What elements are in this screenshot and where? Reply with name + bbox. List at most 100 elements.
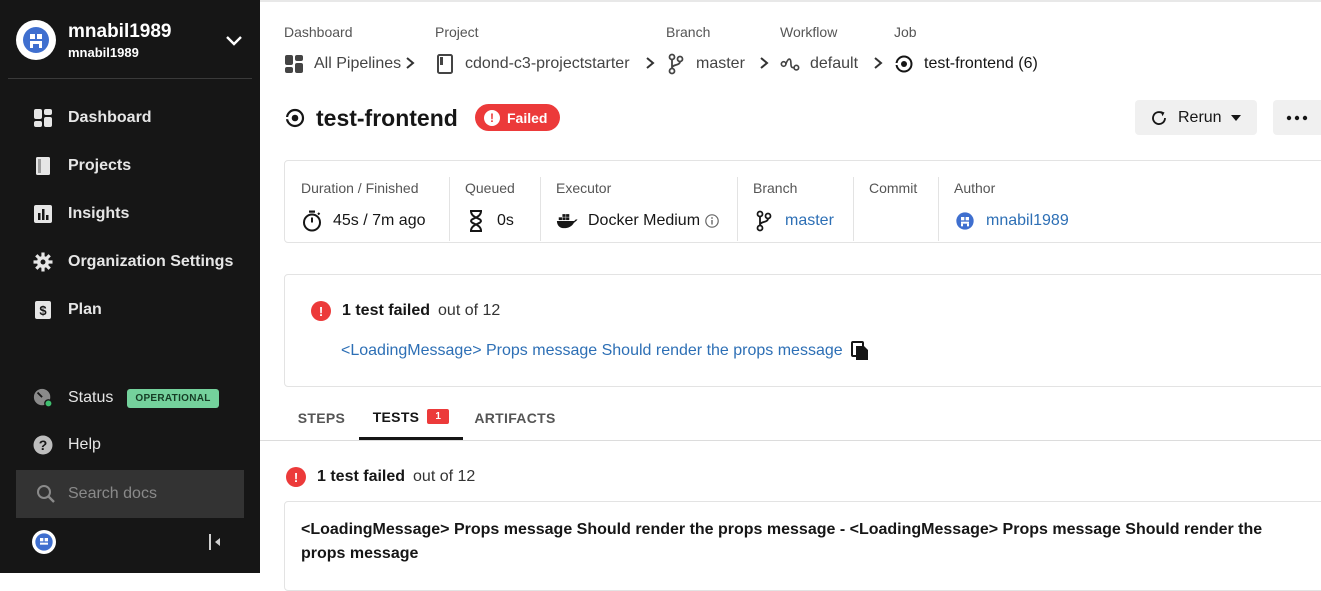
refresh-icon xyxy=(1152,110,1166,125)
sidebar-item-projects[interactable]: Projects xyxy=(16,146,244,186)
gear-icon xyxy=(33,252,53,272)
branch-value: master xyxy=(785,212,834,229)
tab-tests[interactable]: TESTS 1 xyxy=(359,396,463,440)
copy-icon[interactable] xyxy=(851,341,869,361)
docker-icon xyxy=(556,210,578,232)
sidebar-item-status[interactable]: Status OPERATIONAL xyxy=(16,378,244,418)
chevron-right-icon xyxy=(874,57,883,69)
breadcrumb-branch[interactable]: master xyxy=(666,53,745,75)
search-docs-input[interactable]: Search docs xyxy=(16,470,244,518)
meta-divider xyxy=(853,177,854,241)
branch-icon xyxy=(666,53,686,75)
meta-label: Duration / Finished xyxy=(301,180,419,196)
chevron-right-icon xyxy=(406,57,415,69)
queued-value: 0s xyxy=(497,212,514,229)
dashboard-icon xyxy=(284,54,304,74)
user-avatar-small[interactable] xyxy=(32,530,56,554)
executor-value: Docker Medium xyxy=(588,212,701,229)
breadcrumb-job: test-frontend (6) xyxy=(894,53,1038,75)
test-result-title: <LoadingMessage> Props message Should re… xyxy=(301,521,1263,562)
meta-value: 0s xyxy=(465,210,514,232)
main-content: Dashboard Project Branch Workflow Job Al… xyxy=(260,0,1321,591)
meta-label: Queued xyxy=(465,180,515,196)
sidebar-item-plan[interactable]: $ Plan xyxy=(16,290,244,330)
breadcrumb-text: cdond-c3-projectstarter xyxy=(465,55,630,72)
caret-down-icon xyxy=(1230,114,1241,121)
breadcrumb-workflow[interactable]: default xyxy=(780,53,858,75)
rerun-label: Rerun xyxy=(1178,108,1222,126)
meta-label: Author xyxy=(954,180,996,196)
sidebar-item-organization-settings[interactable]: Organization Settings xyxy=(16,242,244,282)
sidebar-org-name: mnabil1989 xyxy=(68,45,139,60)
sidebar-item-label: Organization Settings xyxy=(68,253,234,270)
status-label: Status xyxy=(68,389,114,406)
status-badge: OPERATIONAL xyxy=(127,388,219,408)
more-options-button[interactable] xyxy=(1273,100,1321,135)
job-tabs: STEPS TESTS 1 ARTIFACTS xyxy=(260,396,1321,441)
breadcrumb-label-dashboard: Dashboard xyxy=(284,24,353,40)
bar-chart-icon xyxy=(33,204,53,224)
job-title-text: test-frontend xyxy=(316,104,458,131)
svg-text:$: $ xyxy=(39,303,47,318)
sidebar-item-label: Plan xyxy=(68,301,102,318)
sidebar-item-help[interactable]: ? Help xyxy=(16,425,244,465)
test-result-card[interactable]: <LoadingMessage> Props message Should re… xyxy=(284,501,1321,591)
exclamation-icon: ! xyxy=(484,109,500,126)
tab-label: ARTIFACTS xyxy=(474,410,556,426)
book-icon xyxy=(435,54,455,74)
meta-divider xyxy=(938,177,939,241)
author-link[interactable]: mnabil1989 xyxy=(954,210,1069,232)
top-border xyxy=(260,0,1321,2)
sidebar-divider xyxy=(8,78,252,79)
sidebar-item-insights[interactable]: Insights xyxy=(16,194,244,234)
meta-label: Executor xyxy=(556,180,612,196)
svg-text:?: ? xyxy=(39,437,48,453)
stopwatch-icon xyxy=(301,210,323,232)
org-switcher[interactable]: mnabil1989 mnabil1989 xyxy=(0,0,260,80)
collapse-sidebar-icon[interactable] xyxy=(206,533,224,551)
author-value: mnabil1989 xyxy=(986,212,1069,229)
meta-value: 45s / 7m ago xyxy=(301,210,426,232)
more-dots-icon xyxy=(1286,115,1308,120)
avatar xyxy=(16,20,56,60)
job-icon xyxy=(894,54,914,74)
error-icon: ! xyxy=(311,301,331,321)
dollar-icon: $ xyxy=(33,300,53,320)
breadcrumb-text: default xyxy=(810,55,859,72)
total-count-text: out of 12 xyxy=(413,468,476,485)
failed-count-text: 1 test failed xyxy=(342,302,431,319)
sidebar-item-label: Dashboard xyxy=(68,109,152,126)
tab-steps[interactable]: STEPS xyxy=(284,396,359,440)
tab-count-badge: 1 xyxy=(427,409,450,424)
meta-divider xyxy=(737,177,738,241)
error-icon: ! xyxy=(286,467,306,487)
failed-test-link[interactable]: <LoadingMessage> Props message Should re… xyxy=(341,342,843,360)
breadcrumb-project[interactable]: cdond-c3-projectstarter xyxy=(435,53,630,75)
sidebar-item-dashboard[interactable]: Dashboard xyxy=(16,98,244,138)
breadcrumb-text: All Pipelines xyxy=(314,55,402,72)
sidebar-item-label: Insights xyxy=(68,205,130,222)
help-label: Help xyxy=(68,436,101,453)
branch-link[interactable]: master xyxy=(753,210,834,232)
tab-label: STEPS xyxy=(297,410,346,426)
workflow-icon xyxy=(780,54,800,74)
author-avatar xyxy=(954,210,976,232)
total-count-text: out of 12 xyxy=(438,302,501,319)
chevron-down-icon[interactable] xyxy=(222,28,246,52)
sidebar-username: mnabil1989 xyxy=(68,21,172,42)
breadcrumb-text: test-frontend (6) xyxy=(924,55,1038,72)
tab-label: TESTS xyxy=(372,408,420,425)
status-badge: ! Failed xyxy=(475,104,561,131)
breadcrumb-all-pipelines[interactable]: All Pipelines xyxy=(284,53,401,75)
meta-value: Docker Medium xyxy=(556,210,719,232)
help-icon: ? xyxy=(33,435,53,455)
job-icon xyxy=(284,108,305,128)
breadcrumb-label-branch: Branch xyxy=(666,24,711,40)
breadcrumb-label-workflow: Workflow xyxy=(780,24,838,40)
rerun-button[interactable]: Rerun xyxy=(1135,100,1257,135)
test-summary-card: ! 1 test failed out of 12 <LoadingMessag… xyxy=(284,274,1321,387)
meta-divider xyxy=(449,177,450,241)
info-icon[interactable] xyxy=(705,214,719,228)
tab-artifacts[interactable]: ARTIFACTS xyxy=(463,396,567,440)
job-metadata-card: Duration / Finished 45s / 7m ago Queued … xyxy=(284,160,1321,243)
